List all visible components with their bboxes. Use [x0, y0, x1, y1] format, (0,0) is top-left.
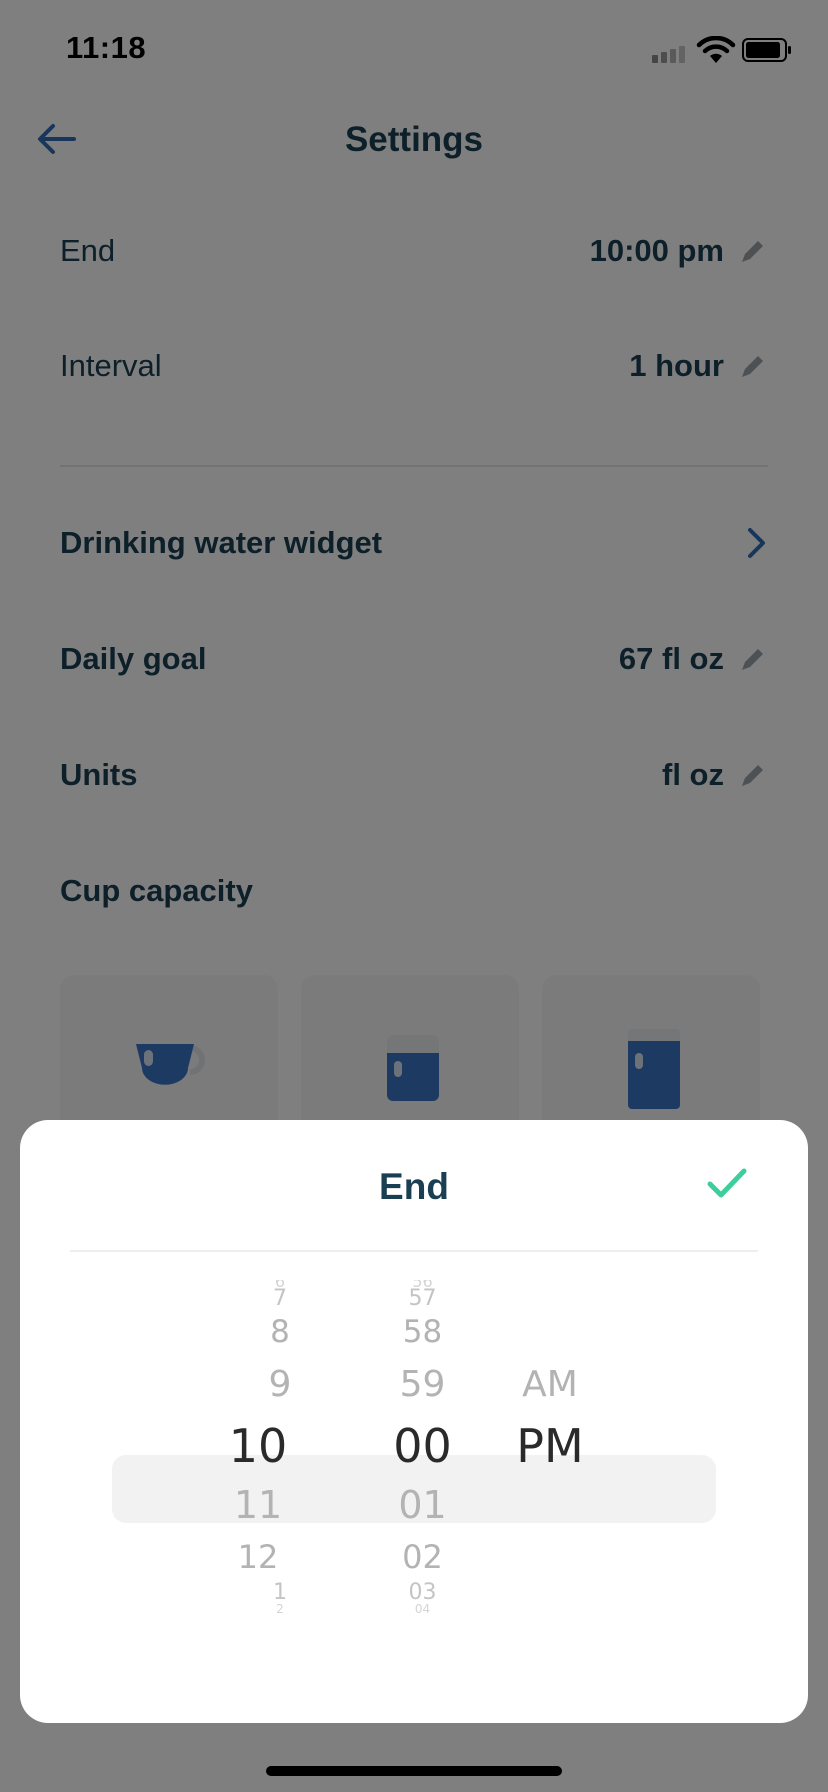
picker-item: 11: [233, 1483, 283, 1527]
picker-item: 57: [408, 1286, 437, 1311]
picker-item: 12: [237, 1538, 279, 1576]
picker-item: 8: [270, 1314, 290, 1350]
picker-item: 04: [414, 1602, 431, 1616]
minute-picker[interactable]: 56 57 58 59 00 01 02 03 04: [355, 1280, 490, 1690]
picker-item: 02: [402, 1538, 443, 1576]
sheet-title: End: [379, 1166, 449, 1207]
hour-picker[interactable]: 6 7 8 9 10 11 12 1 2: [210, 1280, 350, 1690]
period-picker[interactable]: AM PM: [480, 1280, 620, 1690]
picker-item-selected-hour: 10: [228, 1419, 288, 1473]
picker-item-selected-period: PM: [516, 1419, 584, 1473]
picker-item: AM: [522, 1364, 578, 1405]
time-picker-sheet: End 6 7 8 9 10 11 12 1 2 56 57 58 59 00 …: [20, 1120, 808, 1723]
picker-item: 2: [276, 1602, 284, 1616]
picker-item-selected-minute: 00: [393, 1419, 452, 1473]
picker-item: 59: [399, 1364, 446, 1405]
picker-item: 9: [268, 1364, 292, 1405]
picker-item: 01: [398, 1483, 447, 1527]
home-indicator: [266, 1766, 562, 1776]
picker-item: 58: [402, 1314, 443, 1350]
check-icon[interactable]: [706, 1165, 748, 1201]
picker-item: 7: [273, 1286, 287, 1311]
sheet-divider: [70, 1250, 758, 1252]
